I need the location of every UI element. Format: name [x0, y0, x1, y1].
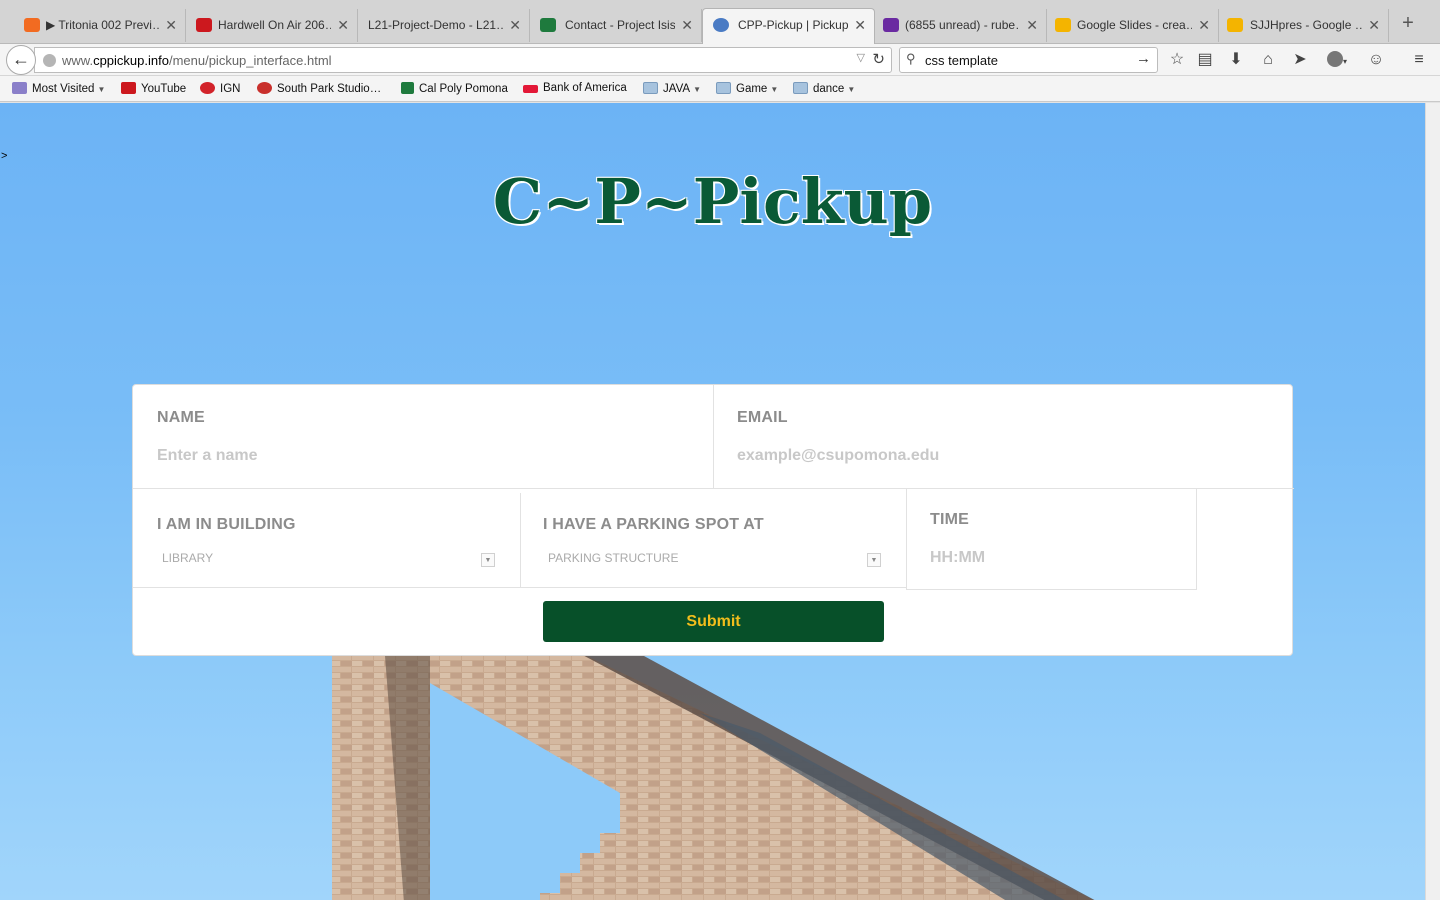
search-bar[interactable]: ⚲ css template →	[899, 47, 1158, 73]
background-building-image	[332, 643, 1095, 900]
chat-icon[interactable]: ☺	[1365, 49, 1387, 71]
globe-icon	[43, 54, 56, 67]
tab-label: Contact - Project Isis	[565, 18, 675, 32]
tab-label: ▶ Tritonia 002 Previ…	[46, 18, 159, 32]
chevron-down-icon: ▼	[867, 553, 881, 567]
divider	[133, 488, 1294, 489]
bookmarks-toolbar: Most Visited ▼ YouTube IGN South Park Stu…	[0, 76, 1440, 102]
parking-select[interactable]: PARKING STRUCTURE ▼	[543, 543, 888, 569]
slides-icon	[1227, 18, 1243, 32]
send-icon[interactable]: ➤	[1289, 49, 1311, 71]
south-park-icon	[257, 82, 272, 94]
divider	[906, 589, 1197, 590]
close-icon[interactable]: ✕	[854, 9, 866, 41]
submit-button[interactable]: Submit	[543, 601, 884, 642]
url-history-dropdown-icon[interactable]: ▽	[857, 51, 865, 64]
parking-label: I HAVE A PARKING SPOT AT	[543, 516, 764, 533]
adblock-icon[interactable]: ▾	[1322, 49, 1352, 71]
parking-select-value: PARKING STRUCTURE	[548, 551, 679, 565]
bookmark-most-visited[interactable]: Most Visited ▼	[12, 82, 105, 95]
time-label: TIME	[930, 511, 970, 528]
folder-icon	[643, 82, 658, 94]
bookmark-folder-java[interactable]: JAVA ▼	[643, 82, 701, 95]
bookmark-star-icon[interactable]: ☆	[1166, 49, 1188, 71]
search-input[interactable]: css template	[925, 53, 998, 68]
tab-label: (6855 unread) - rube…	[905, 18, 1020, 32]
most-visited-icon	[12, 82, 27, 94]
navigation-toolbar: www.cppickup.info/menu/pickup_interface.…	[0, 44, 1440, 76]
soundcloud-icon	[24, 18, 40, 32]
tab-tritonia[interactable]: ▶ Tritonia 002 Previ… ✕	[0, 9, 186, 42]
stray-character: >	[1, 150, 8, 162]
youtube-icon	[196, 18, 212, 32]
email-label: EMAIL	[737, 409, 788, 426]
close-icon[interactable]: ✕	[165, 9, 177, 41]
tab-hardwell[interactable]: Hardwell On Air 206… ✕	[186, 9, 358, 42]
divider	[906, 488, 907, 590]
close-icon[interactable]: ✕	[681, 9, 693, 41]
close-icon[interactable]: ✕	[1026, 9, 1038, 41]
tab-label: CPP-Pickup | Pickup	[738, 18, 848, 32]
search-icon: ⚲	[906, 51, 916, 66]
page-viewport: > C~P~Pickup NAME Enter a name EMAIL exa…	[0, 103, 1425, 900]
tab-cpp-pickup[interactable]: CPP-Pickup | Pickup ✕	[702, 8, 875, 45]
cpp-logo-icon	[540, 18, 556, 32]
chevron-down-icon: ▼	[481, 553, 495, 567]
tab-contact-isis[interactable]: Contact - Project Isis ✕	[530, 9, 702, 42]
bird-logo-icon	[713, 18, 729, 32]
building-label: I AM IN BUILDING	[157, 516, 296, 533]
divider	[133, 587, 906, 588]
divider	[520, 493, 521, 588]
bookmark-bank-of-america[interactable]: Bank of America	[523, 82, 627, 94]
bookmark-folder-dance[interactable]: dance ▼	[793, 82, 855, 95]
pickup-form: NAME Enter a name EMAIL example@csupomon…	[132, 384, 1294, 656]
slides-icon	[1055, 18, 1071, 32]
tab-strip: ▶ Tritonia 002 Previ… ✕ Hardwell On Air …	[0, 0, 1440, 45]
url-text: www.cppickup.info/menu/pickup_interface.…	[62, 53, 332, 68]
building-select[interactable]: LIBRARY ▼	[157, 543, 497, 569]
reload-icon[interactable]: ↻	[872, 50, 885, 68]
cpp-logo-icon	[401, 82, 414, 94]
name-input[interactable]: Enter a name	[157, 447, 697, 471]
mail-icon	[883, 18, 899, 32]
bookmark-youtube[interactable]: YouTube	[121, 82, 186, 95]
bank-of-america-icon	[523, 85, 538, 93]
tab-sjjhpres[interactable]: SJJHpres - Google … ✕	[1219, 9, 1389, 42]
ign-icon	[200, 82, 215, 94]
url-bar[interactable]: www.cppickup.info/menu/pickup_interface.…	[34, 47, 892, 73]
folder-icon	[793, 82, 808, 94]
time-input[interactable]: HH:MM	[930, 549, 1170, 573]
bookmark-folder-game[interactable]: Game ▼	[716, 82, 778, 95]
reading-list-icon[interactable]: ▤	[1194, 49, 1216, 71]
tab-label: L21-Project-Demo - L21…	[368, 18, 503, 32]
home-icon[interactable]: ⌂	[1257, 49, 1279, 71]
new-tab-button[interactable]: +	[1396, 12, 1420, 35]
close-icon[interactable]: ✕	[509, 9, 521, 41]
menu-icon[interactable]: ≡	[1408, 49, 1430, 71]
tab-label: SJJHpres - Google …	[1250, 18, 1362, 32]
email-input[interactable]: example@csupomona.edu	[737, 447, 1267, 471]
tab-l21-project[interactable]: L21-Project-Demo - L21… ✕	[358, 9, 530, 42]
tab-google-slides[interactable]: Google Slides - crea… ✕	[1047, 9, 1219, 42]
folder-icon	[716, 82, 731, 94]
page-scrollbar[interactable]	[1425, 103, 1440, 900]
tab-label: Hardwell On Air 206…	[218, 18, 331, 32]
close-icon[interactable]: ✕	[1198, 9, 1210, 41]
name-label-text: NAME	[157, 409, 205, 426]
search-go-icon[interactable]: →	[1136, 50, 1151, 67]
bookmark-ign[interactable]: IGN	[200, 82, 240, 95]
site-title: C~P~Pickup	[492, 165, 933, 238]
divider	[713, 385, 714, 488]
close-icon[interactable]: ✕	[337, 9, 349, 41]
bookmark-south-park[interactable]: South Park Studio…	[257, 82, 381, 95]
close-icon[interactable]: ✕	[1368, 9, 1380, 41]
download-icon[interactable]: ⬇	[1225, 49, 1247, 71]
divider	[1196, 488, 1197, 590]
back-button[interactable]: ←	[6, 45, 36, 75]
bookmark-cal-poly-pomona[interactable]: Cal Poly Pomona	[401, 82, 508, 95]
building-select-value: LIBRARY	[162, 551, 214, 565]
tab-label: Google Slides - crea…	[1077, 18, 1192, 32]
youtube-icon	[121, 82, 136, 94]
tab-yahoo-mail[interactable]: (6855 unread) - rube… ✕	[875, 9, 1047, 42]
